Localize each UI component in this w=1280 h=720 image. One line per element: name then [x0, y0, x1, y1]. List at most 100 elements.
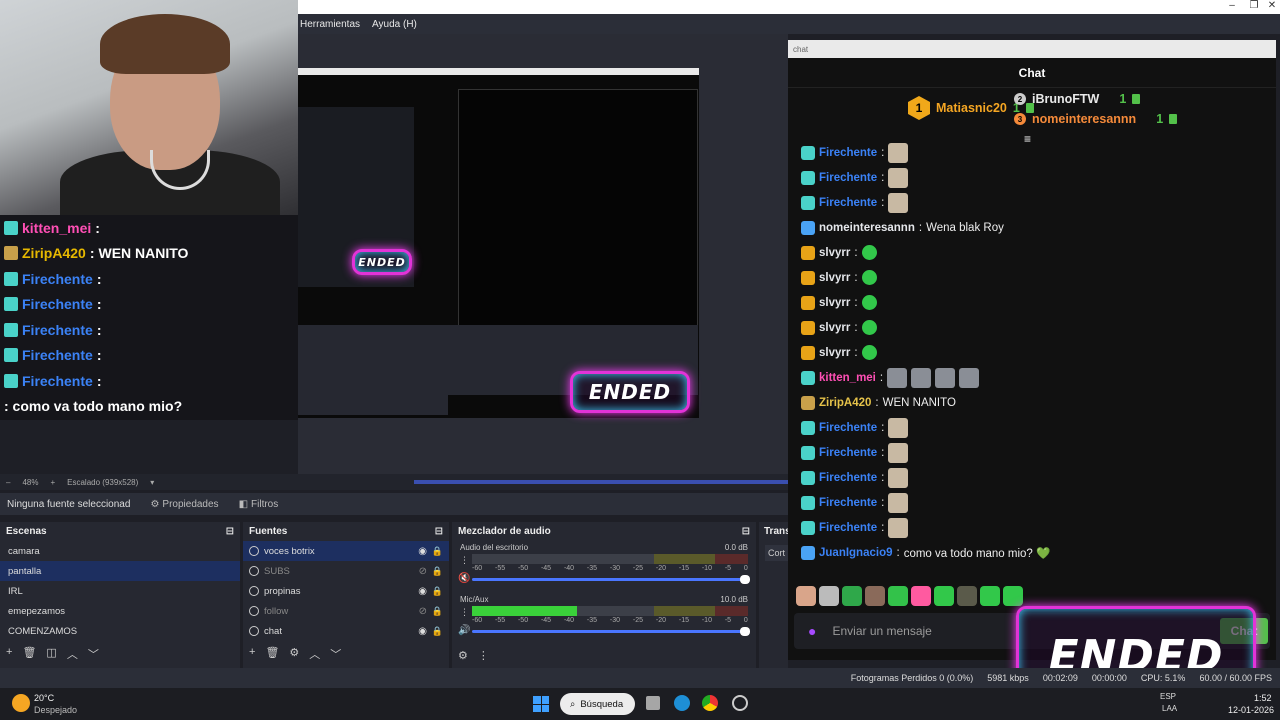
dock-menu-icon[interactable]: ⊟ [742, 526, 750, 537]
lock-icon[interactable]: 🔒 [432, 566, 443, 577]
volume-slider[interactable] [472, 575, 750, 584]
channel-menu-icon[interactable]: ⋮ [460, 607, 469, 618]
chat-username[interactable]: Firechente [819, 197, 877, 209]
scene-item[interactable]: IRL [0, 581, 240, 601]
emote-picker-icon[interactable] [865, 586, 885, 606]
remove-source-button[interactable]: 🗑 [265, 646, 279, 662]
emote-picker-icon[interactable] [957, 586, 977, 606]
language-indicator[interactable]: ESP [1160, 692, 1176, 701]
emote-picker-icon[interactable] [842, 586, 862, 606]
chat-username[interactable]: Firechente [819, 147, 877, 159]
properties-button[interactable]: ⚙ Propiedades [150, 499, 218, 510]
chat-username[interactable]: slvyrr [819, 272, 850, 284]
move-up-button[interactable]: ︿ [309, 646, 320, 662]
chat-username[interactable]: JuanIgnacio9 [819, 547, 893, 559]
lock-icon[interactable]: 🔒 [432, 606, 443, 617]
chat-separator: : [881, 471, 885, 484]
chat-username[interactable]: Firechente [819, 522, 877, 534]
menu-ayuda[interactable]: Ayuda (H) [372, 19, 417, 30]
eye-hidden-icon[interactable]: ⊘ [419, 566, 427, 577]
move-up-button[interactable]: ︿ [67, 646, 78, 662]
eye-icon[interactable]: ◉ [418, 586, 427, 597]
emote-picker-icon[interactable] [911, 586, 931, 606]
tick-label: -60 [472, 565, 483, 572]
search-box[interactable]: ⌕ Búsqueda [560, 693, 635, 715]
scene-item[interactable]: emepezamos [0, 601, 240, 621]
eye-hidden-icon[interactable]: ⊘ [419, 606, 427, 617]
chat-dock-tab[interactable]: chat [788, 40, 1276, 58]
emote-picker-icon[interactable] [796, 586, 816, 606]
language-layout[interactable]: LAA [1162, 704, 1177, 713]
mixer-settings-button[interactable]: ⚙ [458, 649, 468, 662]
move-down-button[interactable]: ﹀ [330, 646, 341, 662]
add-source-button[interactable]: + [249, 646, 255, 662]
scene-item[interactable]: pantalla [0, 561, 240, 581]
chrome-icon[interactable] [702, 695, 718, 711]
add-scene-button[interactable]: + [6, 646, 12, 662]
maximize-button[interactable]: ❐ [1244, 0, 1264, 11]
lock-icon[interactable]: 🔒 [432, 586, 443, 597]
slider-knob[interactable] [740, 575, 750, 584]
lock-icon[interactable]: 🔒 [432, 626, 443, 637]
source-item[interactable]: chat ◉ 🔒 [243, 621, 449, 641]
volume-slider[interactable] [472, 627, 750, 636]
chat-username[interactable]: slvyrr [819, 347, 850, 359]
close-button[interactable]: ✕ [1262, 0, 1280, 11]
task-view-icon[interactable] [646, 696, 660, 710]
chat-username[interactable]: Firechente [819, 447, 877, 459]
clock-time[interactable]: 1:52 [1254, 693, 1272, 703]
emote-picker-icon[interactable] [934, 586, 954, 606]
source-item[interactable]: SUBS ⊘ 🔒 [243, 561, 449, 581]
scene-item[interactable]: camara [0, 541, 240, 561]
zoom-in-button[interactable]: + [50, 478, 55, 487]
mixer-menu-button[interactable]: ⋮ [478, 649, 489, 662]
windows-start-icon[interactable] [533, 696, 549, 712]
chat-username[interactable]: kitten_mei [819, 372, 876, 384]
scene-item[interactable]: COMENZAMOS [0, 621, 240, 641]
mic-icon[interactable]: ● [808, 623, 816, 639]
source-settings-button[interactable]: ⚙ [289, 646, 299, 662]
emote-picker-icon[interactable] [1003, 586, 1023, 606]
channel-menu-icon[interactable]: ⋮ [460, 555, 469, 566]
speaker-icon[interactable]: 🔊 [458, 625, 470, 636]
chat-username[interactable]: slvyrr [819, 247, 850, 259]
speaker-muted-icon[interactable]: 🔇 [458, 573, 470, 584]
source-item[interactable]: follow ⊘ 🔒 [243, 601, 449, 621]
transition-select[interactable]: Cort [765, 545, 788, 561]
clock-date[interactable]: 12-01-2026 [1228, 705, 1274, 715]
dock-menu-icon[interactable]: ⊟ [226, 526, 234, 537]
chat-username[interactable]: slvyrr [819, 322, 850, 334]
remove-scene-button[interactable]: 🗑 [22, 646, 36, 662]
chat-username[interactable]: Firechente [819, 472, 877, 484]
emote-picker-icon[interactable] [819, 586, 839, 606]
obs-icon[interactable] [732, 695, 748, 711]
eye-icon[interactable]: ◉ [418, 546, 427, 557]
source-item[interactable]: propinas ◉ 🔒 [243, 581, 449, 601]
lock-icon[interactable]: 🔒 [432, 546, 443, 557]
filters-button[interactable]: ◧ Filtros [239, 499, 279, 510]
slider-knob[interactable] [740, 627, 750, 636]
chat-username[interactable]: Firechente [819, 422, 877, 434]
chat-username[interactable]: nomeinteresannn [819, 222, 915, 234]
source-item[interactable]: voces botrix ◉ 🔒 [243, 541, 449, 561]
zoom-out-button[interactable]: – [6, 478, 10, 487]
preview-scrollbar[interactable] [414, 480, 788, 484]
chat-username[interactable]: Firechente [819, 497, 877, 509]
weather-icon[interactable] [12, 694, 30, 712]
chat-username[interactable]: ZiripA420 [819, 397, 871, 409]
collapse-icon[interactable]: ≡ [1024, 132, 1031, 146]
emote-picker-icon[interactable] [888, 586, 908, 606]
overlay-username: Firechente [22, 270, 93, 287]
chat-username[interactable]: Firechente [819, 172, 877, 184]
menu-herramientas[interactable]: Herramientas [300, 19, 360, 30]
scene-filters-button[interactable]: ◫ [46, 646, 56, 662]
edge-icon[interactable] [674, 695, 690, 711]
user-badge-icon [801, 245, 815, 260]
scale-dropdown-icon[interactable]: ▾ [150, 478, 154, 487]
move-down-button[interactable]: ﹀ [88, 646, 99, 662]
dock-menu-icon[interactable]: ⊟ [435, 526, 443, 537]
chat-username[interactable]: slvyrr [819, 297, 850, 309]
eye-icon[interactable]: ◉ [418, 626, 427, 637]
emote-picker-icon[interactable] [980, 586, 1000, 606]
minimize-button[interactable]: – [1222, 0, 1242, 11]
